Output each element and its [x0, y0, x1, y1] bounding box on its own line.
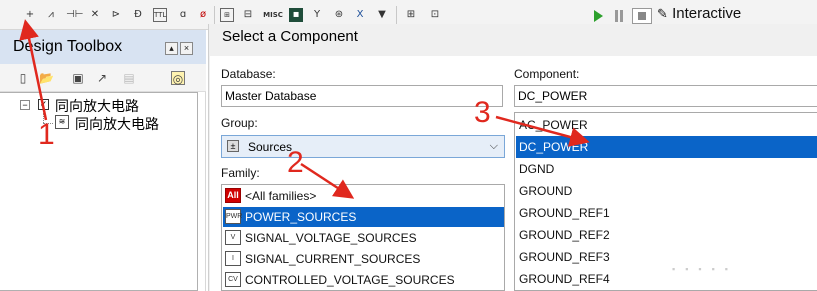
screenshot: + ⩘ ⊣⊢ ✕ ⊳ Ð TTL ɑ ø ⊞ ⊟ MISC ▪ Y ⊛ X ▼ … — [0, 0, 817, 291]
ttl-icon[interactable]: TTL — [153, 8, 167, 22]
run-simulation-icon[interactable] — [594, 10, 603, 22]
hierarchy-icon[interactable]: ⊞ — [404, 8, 418, 22]
schematic-doc-icon: ≋ — [55, 115, 69, 129]
component-list: AC_POWER DC_POWER DGND GROUND GROUND_REF… — [514, 112, 817, 291]
chevron-down-icon: ⌵ — [489, 139, 498, 152]
pause-simulation-icon[interactable] — [615, 10, 623, 22]
database-label: Database: — [221, 67, 276, 81]
family-item-all[interactable]: All <All families> — [223, 186, 504, 206]
dialog-title: Select a Component — [222, 28, 358, 45]
family-item-label: POWER_SOURCES — [245, 210, 357, 224]
save-icon[interactable]: ▣ — [71, 71, 85, 85]
family-item-power-sources[interactable]: PWR POWER_SOURCES — [223, 207, 504, 227]
component-label: Component: — [514, 67, 580, 81]
family-item-signal-voltage[interactable]: V SIGNAL_VOLTAGE_SOURCES — [223, 228, 504, 248]
edit-pen-icon: ✎ — [657, 7, 668, 22]
probe-icon[interactable]: ⊛ — [332, 8, 346, 22]
close-button[interactable]: × — [180, 42, 193, 55]
voltage-source-icon: V — [225, 230, 241, 245]
component-item[interactable]: GROUND_REF3 — [516, 246, 817, 268]
group-label: Group: — [221, 116, 258, 130]
new-file-icon[interactable]: ▯ — [16, 71, 30, 85]
indicator-icon[interactable]: ⊟ — [241, 8, 255, 22]
family-item-label: SIGNAL_VOLTAGE_SOURCES — [245, 231, 417, 245]
misc-icon[interactable]: MISC — [262, 8, 284, 22]
group-select[interactable]: ± Sources ⌵ — [221, 135, 505, 158]
sheet-icon[interactable]: ▼ — [375, 8, 389, 22]
open-folder-icon[interactable]: 📂 — [39, 71, 54, 85]
toolbar-separator — [214, 6, 215, 24]
tree-item-root[interactable]: 同向放大电路 — [55, 96, 139, 116]
toolbox-header: Design Toolbox ▴ × — [0, 30, 206, 64]
diode-icon[interactable]: ✕ — [88, 8, 102, 22]
cmos-icon[interactable]: ɑ — [176, 8, 190, 22]
current-source-icon: I — [225, 251, 241, 266]
family-label: Family: — [221, 166, 260, 180]
export-icon[interactable]: ↗ — [95, 71, 109, 85]
tree-expander[interactable]: − — [20, 100, 30, 110]
resistor-icon[interactable]: ⩘ — [44, 8, 58, 22]
toolbar-separator — [396, 6, 397, 24]
watermark: ▪▪▪▪▪ — [672, 264, 738, 274]
family-item-controlled-voltage[interactable]: CV CONTROLLED_VOLTAGE_SOURCES — [223, 270, 504, 290]
connector-icon[interactable]: X — [353, 8, 367, 22]
component-item[interactable]: DGND — [516, 158, 817, 180]
transistor-icon[interactable]: ⊳ — [109, 8, 123, 22]
stop-simulation-icon[interactable] — [632, 8, 652, 24]
hierarchy-settings-icon[interactable]: ◎ — [171, 71, 185, 86]
design-toolbox: Design Toolbox ▴ × ▯ 📂 ▣ ↗ ▤ ◎ − ✓ 同向放大电… — [0, 30, 206, 291]
sources-icon: ± — [227, 140, 239, 152]
component-item[interactable]: GROUND_REF2 — [516, 224, 817, 246]
tree-item-child[interactable]: 同向放大电路 — [75, 114, 159, 134]
step-3-label: 3 — [474, 96, 491, 129]
family-item-label: CONTROLLED_VOLTAGE_SOURCES — [245, 273, 455, 287]
capacitor-icon[interactable]: ⊣⊢ — [66, 8, 83, 22]
simulation-mode-label[interactable]: ✎ Interactive — [657, 5, 741, 22]
toolbox-title: Design Toolbox — [13, 38, 123, 55]
component-input[interactable]: DC_POWER — [514, 85, 817, 107]
power-source-icon: PWR — [225, 209, 242, 224]
family-list: All <All families> PWR POWER_SOURCES V S… — [221, 184, 505, 291]
group-select-value: Sources — [248, 140, 293, 154]
all-families-icon: All — [225, 188, 241, 203]
controlled-source-icon: CV — [225, 272, 241, 287]
toolbox-toolbar: ▯ 📂 ▣ ↗ ▤ ◎ — [0, 64, 206, 92]
database-select[interactable]: Master Database — [221, 85, 503, 107]
rf-icon[interactable]: ▪ — [289, 8, 303, 22]
block-icon[interactable]: ⊡ — [428, 8, 442, 22]
component-item-selected[interactable]: DC_POWER — [516, 136, 817, 158]
power-icon[interactable]: ⊞ — [220, 8, 234, 22]
component-item[interactable]: GROUND — [516, 180, 817, 202]
family-item-label: SIGNAL_CURRENT_SOURCES — [245, 252, 421, 266]
wire-icon[interactable]: + — [23, 8, 37, 22]
gate-icon[interactable]: Ð — [131, 8, 145, 22]
step-1-label: 1 — [38, 118, 55, 151]
electromech-icon[interactable]: Y — [310, 8, 324, 22]
checkbox-icon[interactable]: ✓ — [38, 99, 49, 110]
family-item-signal-current[interactable]: I SIGNAL_CURRENT_SOURCES — [223, 249, 504, 269]
delete-icon: ▤ — [123, 71, 135, 85]
family-item-label: <All families> — [245, 189, 317, 203]
mcu-icon[interactable]: ø — [196, 8, 210, 22]
step-2-label: 2 — [287, 146, 304, 179]
component-item[interactable]: AC_POWER — [516, 114, 817, 136]
minimize-button[interactable]: ▴ — [165, 42, 178, 55]
component-item[interactable]: GROUND_REF4 — [516, 268, 817, 290]
component-item[interactable]: GROUND_REF1 — [516, 202, 817, 224]
project-tree: − ✓ 同向放大电路 ≋ 同向放大电路 — [0, 92, 198, 291]
